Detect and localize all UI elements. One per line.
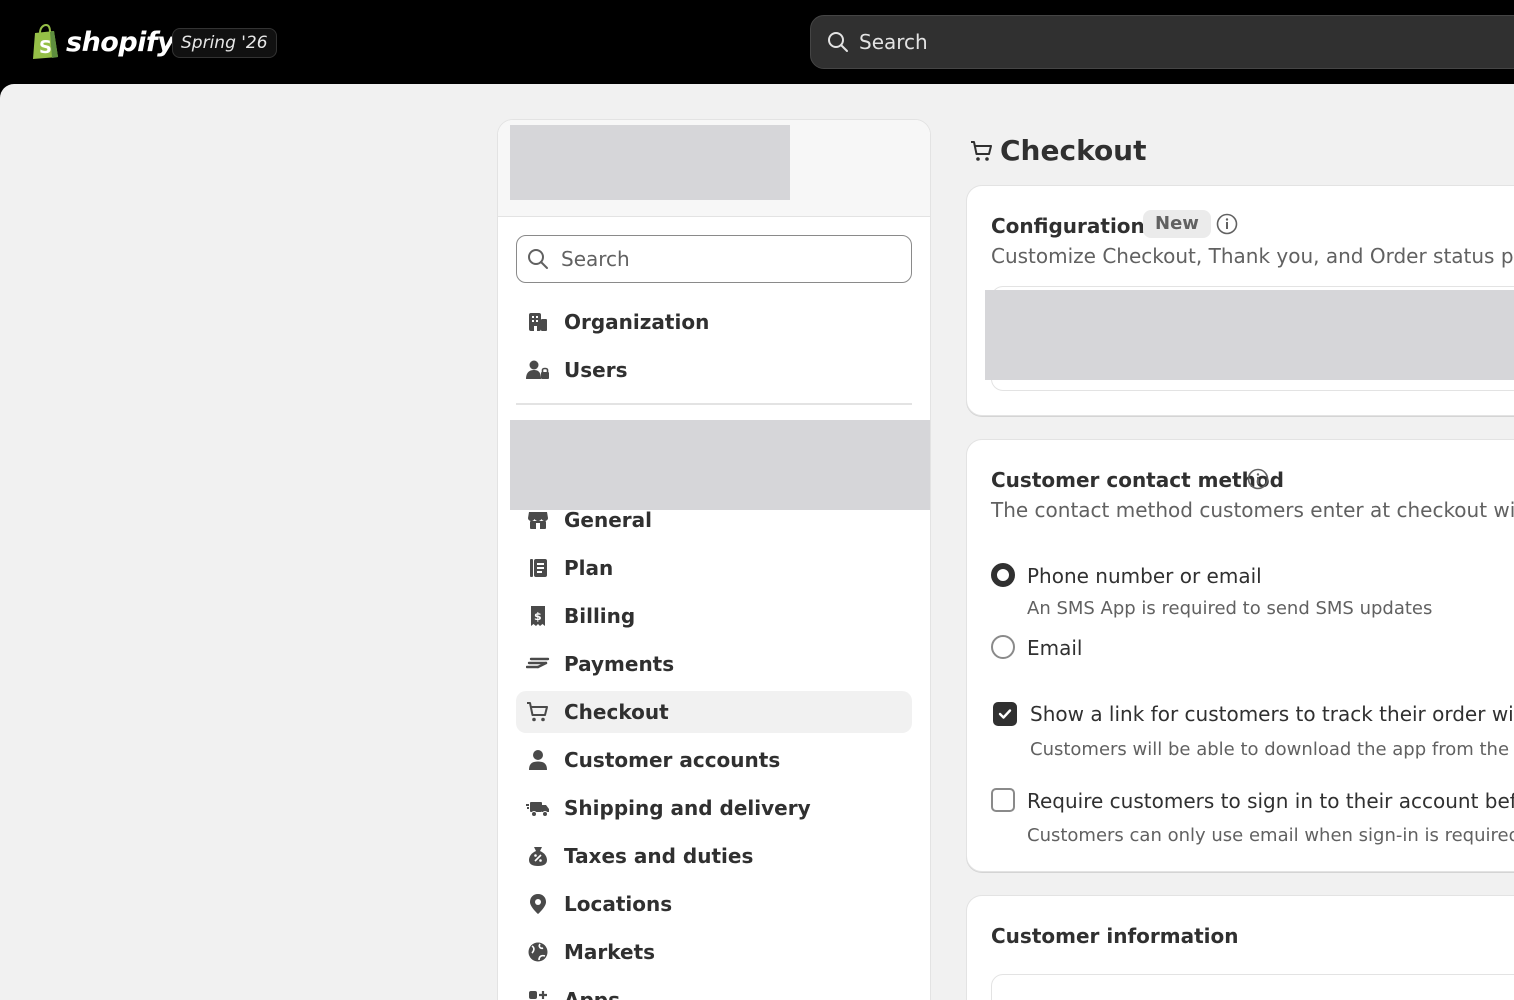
require-signin-checkbox[interactable] [991,788,1015,812]
settings-search-placeholder: Search [561,247,630,271]
nav-item-label: Organization [564,310,710,334]
page-header: Checkout [970,134,1147,167]
nav-item-customer-accounts[interactable]: Customer accounts [516,739,912,781]
search-icon [528,249,548,269]
nav-item-plan[interactable]: Plan [516,547,912,589]
page-title: Checkout [1000,134,1147,167]
truck-icon [526,796,550,820]
nav-item-locations[interactable]: Locations [516,883,912,925]
nav-item-label: Billing [564,604,636,628]
new-badge: New [1143,210,1211,238]
cart-icon [526,700,550,724]
shopify-logo[interactable]: S shopify [30,24,175,60]
require-signin-help: Customers can only use email when sign-i… [1027,825,1514,846]
nav-item-markets[interactable]: Markets [516,931,912,973]
email-radio[interactable] [991,635,1015,659]
customer-information-box [991,974,1514,1000]
edition-badge[interactable]: Spring '26 [172,28,277,58]
nav-item-users[interactable]: Users [516,349,912,391]
global-search-placeholder: Search [859,30,928,54]
users-icon [526,358,550,382]
top-bar: S shopify Spring '26 Search [0,0,1514,84]
search-icon [828,32,848,52]
nav-item-shipping-and-delivery[interactable]: Shipping and delivery [516,787,912,829]
nav-item-organization[interactable]: Organization [516,301,912,343]
info-icon[interactable] [1247,468,1269,490]
tax-icon [526,844,550,868]
customer-information-title: Customer information [991,924,1239,948]
globe-icon [526,940,550,964]
customer-contact-card: Customer contact method The contact meth… [966,439,1514,872]
contact-method-title: Customer contact method [991,468,1284,492]
cart-icon [971,140,992,161]
nav-item-label: Shipping and delivery [564,796,811,820]
global-search-bar[interactable]: Search [810,15,1514,69]
main-canvas: Search Organization Users General Plan $… [0,84,1514,1000]
store-section-redacted [510,420,930,510]
nav-item-label: General [564,508,652,532]
nav-item-label: Locations [564,892,673,916]
nav-item-label: Apps [564,988,621,1000]
email-label: Email [1027,636,1083,660]
nav-item-label: Payments [564,652,675,676]
customer-information-card: Customer information [966,895,1514,1000]
track-order-label: Show a link for customers to track their… [1030,702,1514,726]
store-info-redacted [510,125,790,200]
apps-icon [526,988,550,1000]
nav-item-label: Markets [564,940,656,964]
settings-nav: Search Organization Users General Plan $… [497,119,931,1000]
brand-name: shopify [66,26,175,58]
nav-item-label: Customer accounts [564,748,781,772]
nav-item-label: Checkout [564,700,669,724]
settings-search-input[interactable]: Search [516,235,912,283]
building-icon [526,310,550,334]
store-header [498,120,930,217]
person-icon [526,748,550,772]
location-icon [526,892,550,916]
nav-item-label: Users [564,358,628,382]
track-order-text: Show a link for customers to track their… [1030,702,1514,726]
nav-item-label: Taxes and duties [564,844,754,868]
nav-divider [516,403,912,405]
contact-method-subtitle: The contact method customers enter at ch… [991,498,1514,522]
nav-item-label: Plan [564,556,614,580]
nav-item-general[interactable]: General [516,499,912,541]
svg-text:$: $ [534,610,542,623]
track-order-help: Customers will be able to download the a… [1030,739,1514,760]
nav-item-checkout[interactable]: Checkout [516,691,912,733]
plan-icon [526,556,550,580]
configurations-card: Configurations New Customize Checkout, T… [966,185,1514,416]
billing-icon: $ [526,604,550,628]
configurations-subtitle: Customize Checkout, Thank you, and Order… [991,244,1514,268]
nav-item-apps[interactable]: Apps [516,979,912,1000]
info-icon[interactable] [1216,213,1238,235]
checkmark-icon [998,709,1012,719]
payments-icon [526,652,550,676]
nav-item-payments[interactable]: Payments [516,643,912,685]
store-icon [526,508,550,532]
shopify-bag-icon: S [33,24,58,59]
configurations-title: Configurations [991,214,1157,238]
track-order-checkbox[interactable] [993,702,1017,726]
require-signin-label: Require customers to sign in to their ac… [1027,789,1514,813]
svg-text:S: S [39,37,52,58]
nav-item-taxes-and-duties[interactable]: Taxes and duties [516,835,912,877]
configuration-preview-redacted [985,290,1514,380]
phone-or-email-label: Phone number or email [1027,564,1262,588]
nav-item-billing[interactable]: $ Billing [516,595,912,637]
phone-or-email-radio[interactable] [991,563,1015,587]
phone-or-email-help: An SMS App is required to send SMS updat… [1027,598,1433,619]
